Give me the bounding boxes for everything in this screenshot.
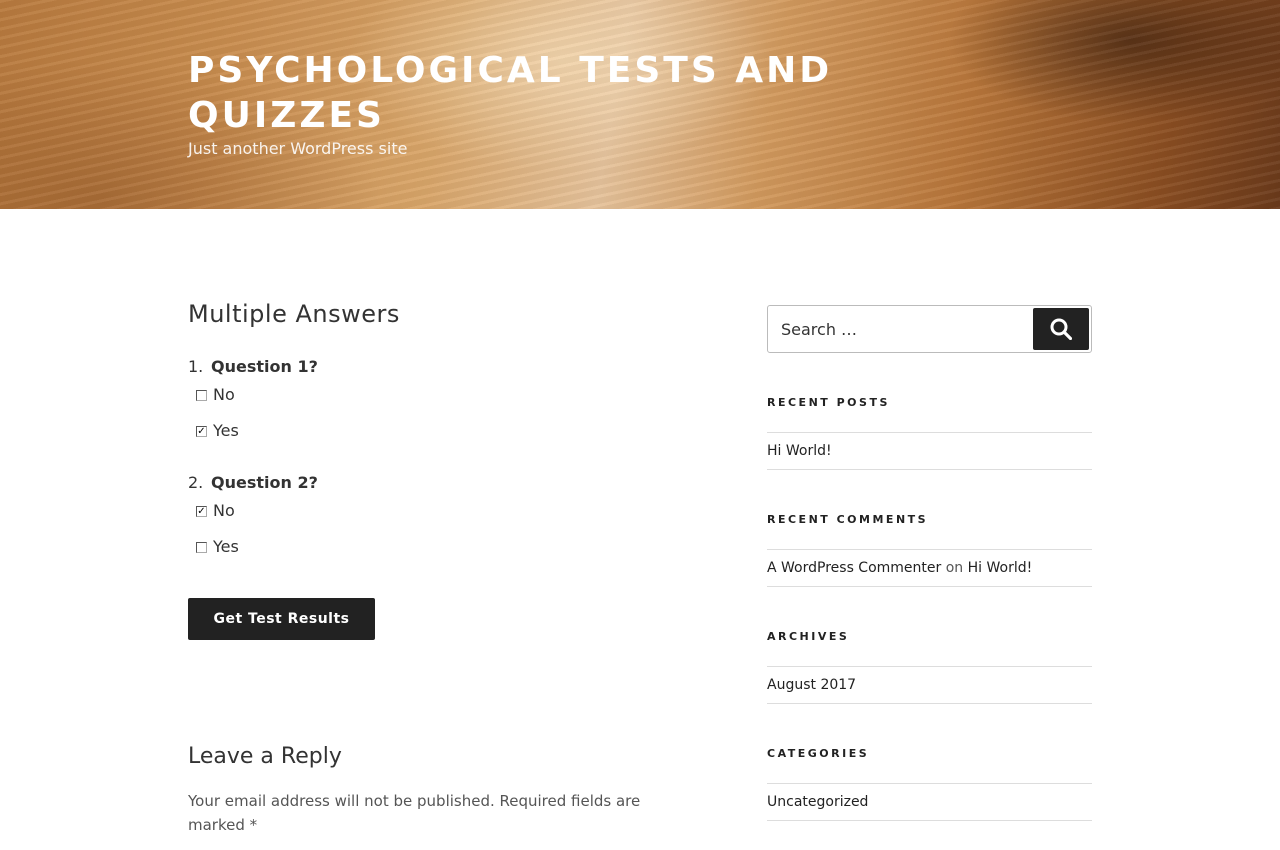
question-text: Question 2?: [211, 473, 318, 492]
question-text: Question 1?: [211, 357, 318, 376]
answer-label: No: [213, 385, 235, 404]
comment-on-text: on: [945, 560, 964, 576]
answer-label: No: [213, 501, 235, 520]
recent-post-link[interactable]: Hi World!: [767, 443, 832, 459]
search-input[interactable]: [769, 307, 1031, 351]
categories-title: CATEGORIES: [767, 747, 870, 760]
checkbox[interactable]: [196, 426, 207, 437]
checkbox[interactable]: [196, 542, 207, 553]
archives-list: August 2017: [767, 666, 1092, 704]
search-button[interactable]: [1033, 308, 1089, 350]
checkbox[interactable]: [196, 506, 207, 517]
reply-note: Your email address will not be published…: [188, 792, 641, 834]
question-number: 1.: [188, 357, 204, 376]
question-1: 1. Question 1? No Yes: [188, 355, 318, 440]
archives-title: ARCHIVES: [767, 630, 850, 643]
page-title: Multiple Answers: [188, 300, 400, 328]
reply-title: Leave a Reply: [188, 744, 342, 769]
site-header: Psychological Tests and Quizzes Just ano…: [0, 0, 1280, 209]
answer-label: Yes: [213, 537, 239, 556]
site-description: Just another WordPress site: [188, 139, 408, 158]
list-item: August 2017: [767, 666, 1092, 704]
list-item: Uncategorized: [767, 783, 1092, 821]
get-test-results-button[interactable]: Get Test Results: [188, 598, 375, 640]
list-item: Hi World!: [767, 432, 1092, 470]
checkbox[interactable]: [196, 390, 207, 401]
recent-posts-list: Hi World!: [767, 432, 1092, 470]
comment-post-link[interactable]: Hi World!: [968, 560, 1033, 576]
recent-comments-title: RECENT COMMENTS: [767, 513, 929, 526]
recent-posts-title: RECENT POSTS: [767, 396, 890, 409]
category-link[interactable]: Uncategorized: [767, 794, 868, 810]
recent-comments-list: A WordPress Commenter on Hi World!: [767, 549, 1092, 587]
answer-label: Yes: [213, 421, 239, 440]
list-item: A WordPress Commenter on Hi World!: [767, 549, 1092, 587]
question-2: 2. Question 2? No Yes: [188, 471, 318, 556]
categories-list: Uncategorized: [767, 783, 1092, 821]
archive-link[interactable]: August 2017: [767, 677, 856, 693]
site-title[interactable]: Psychological Tests and Quizzes: [188, 48, 888, 138]
search-icon: [1050, 318, 1072, 340]
question-number: 2.: [188, 473, 204, 492]
search-form: [767, 305, 1092, 353]
comment-author-link[interactable]: A WordPress Commenter: [767, 560, 941, 576]
